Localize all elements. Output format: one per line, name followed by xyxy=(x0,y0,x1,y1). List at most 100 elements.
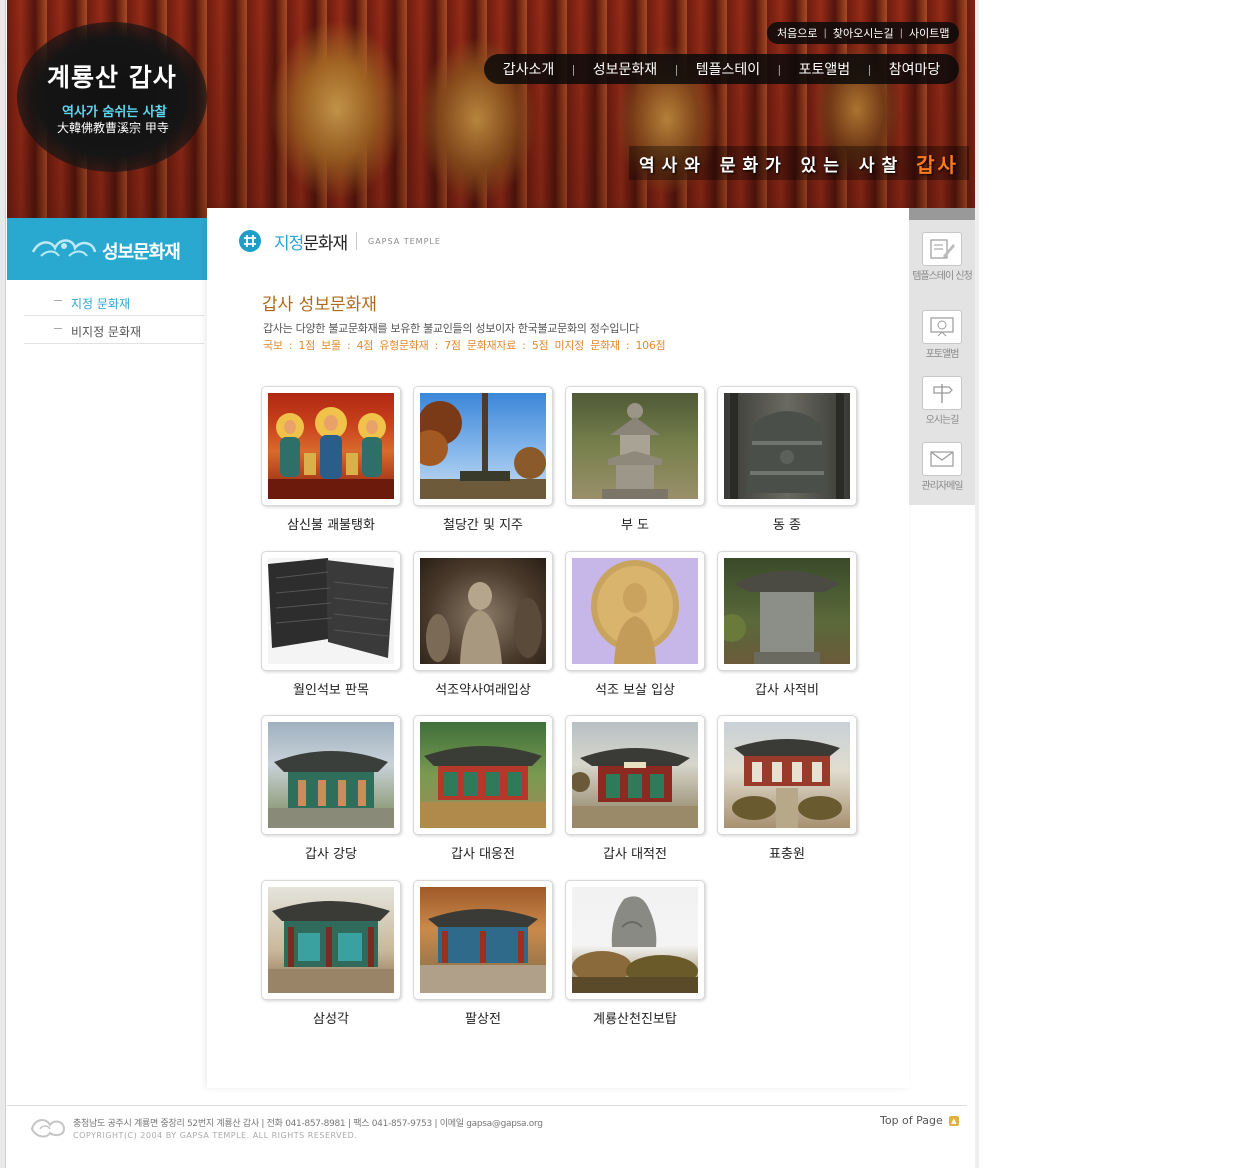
flagpole-image xyxy=(420,393,546,499)
gallery-card[interactable] xyxy=(565,880,705,1000)
slogan-accent: 갑사 xyxy=(916,152,959,177)
footer-address: 충청남도 공주시 계룡면 중장리 52번지 계룡산 갑사 | 전화 041-85… xyxy=(73,1119,543,1129)
nav-item-photo-album[interactable]: 포토앨범 xyxy=(799,59,851,79)
gallery-card[interactable] xyxy=(413,715,553,835)
gallery-card[interactable] xyxy=(565,715,705,835)
intro-counts: 국보 : 1점 보물 : 4점 유형문화재 : 7점 문화재자료 : 5점 미지… xyxy=(263,339,666,352)
quick-menu-directions[interactable]: 오시는길 xyxy=(909,376,975,427)
gallery-caption[interactable]: 월인석보 판목 xyxy=(256,679,406,698)
util-link-home[interactable]: 처음으로 xyxy=(777,25,817,41)
nav-item-treasures[interactable]: 성보문화재 xyxy=(593,59,657,79)
gallery-caption[interactable]: 갑사 사적비 xyxy=(712,679,862,698)
sidebar-item-designated[interactable]: 지정 문화재 xyxy=(24,290,204,316)
util-link-sitemap[interactable]: 사이트맵 xyxy=(909,25,949,41)
nav-separator: | xyxy=(867,62,872,76)
quick-menu-photo-album[interactable]: 포토앨범 xyxy=(909,310,975,361)
thumbnail-hall-main xyxy=(420,722,546,828)
gallery-card[interactable] xyxy=(717,551,857,671)
gallery-card[interactable] xyxy=(261,551,401,671)
gallery-card[interactable] xyxy=(261,880,401,1000)
slogan-text: 역사와 문화가 있는 사찰 xyxy=(639,155,905,176)
nav-item-about[interactable]: 갑사소개 xyxy=(503,59,555,79)
main-navigation: 갑사소개 | 성보문화재 | 템플스테이 | 포토앨범 | 참여마당 xyxy=(484,54,959,84)
bullet-icon xyxy=(54,328,62,329)
logo-background xyxy=(17,22,207,172)
gallery-caption[interactable]: 부 도 xyxy=(560,514,710,533)
gallery-caption[interactable]: 석조 보살 입상 xyxy=(560,679,710,698)
bell-image xyxy=(730,393,844,499)
quick-menu-templestay[interactable]: 템플스테이 신청 xyxy=(909,232,975,283)
thumbnail-stele-pavilion xyxy=(724,558,850,664)
gallery-caption[interactable]: 팔상전 xyxy=(408,1008,558,1027)
lecture-hall-image xyxy=(268,751,394,828)
gallery-card[interactable] xyxy=(413,551,553,671)
thumbnail-bronze-bell xyxy=(724,393,850,499)
knot-emblem-icon xyxy=(239,230,261,252)
gallery-caption[interactable]: 삼신불 괘불탱화 xyxy=(256,514,406,533)
gallery-caption[interactable]: 갑사 대적전 xyxy=(560,843,710,862)
gallery-card[interactable] xyxy=(261,715,401,835)
buddha-painting-image xyxy=(268,407,394,499)
stupa-image xyxy=(602,403,668,499)
sidebar-item-label: 지정 문화재 xyxy=(71,297,131,311)
util-separator: | xyxy=(823,27,827,39)
gallery-caption[interactable]: 표충원 xyxy=(712,843,862,862)
thumbnail-hall-lecture xyxy=(268,722,394,828)
gallery-card[interactable] xyxy=(717,715,857,835)
thumbnail-hall-daejeok xyxy=(572,722,698,828)
gallery-card[interactable] xyxy=(565,551,705,671)
rock-pagoda-image xyxy=(572,896,698,993)
gallery-card[interactable] xyxy=(413,386,553,506)
banner-slogan: 역사와 문화가 있는 사찰 갑사 xyxy=(629,146,969,180)
thumbnail-iron-flagpole xyxy=(420,393,546,499)
util-link-directions[interactable]: 찾아오시는길 xyxy=(833,25,894,41)
photo-icon xyxy=(922,310,962,344)
gallery-caption[interactable]: 갑사 대웅전 xyxy=(408,843,558,862)
page-title: 지정문화재 xyxy=(274,229,348,254)
window-right-edge xyxy=(975,0,979,1168)
gallery-caption[interactable]: 삼성각 xyxy=(256,1008,406,1027)
sidebar-title-box: 성보문화재 xyxy=(7,218,207,280)
page-title-english: GAPSA TEMPLE xyxy=(368,237,441,246)
gallery-card[interactable] xyxy=(261,386,401,506)
sidebar-title: 성보문화재 xyxy=(102,242,181,263)
pyochung-hall-image xyxy=(732,739,842,828)
quick-menu-admin-mail[interactable]: 관리자메일 xyxy=(909,442,975,493)
thumbnail-woodblock xyxy=(268,558,394,664)
nav-separator: | xyxy=(674,62,679,76)
gallery-card[interactable] xyxy=(717,386,857,506)
footer-divider xyxy=(7,1105,967,1106)
gallery-card[interactable] xyxy=(565,386,705,506)
cloud-logo-icon xyxy=(30,1119,66,1138)
gallery-caption[interactable]: 동 종 xyxy=(712,514,862,533)
bodhisattva-image xyxy=(591,560,679,664)
quick-menu-header xyxy=(909,208,975,220)
woodblock-image xyxy=(268,558,394,658)
logo-hanja: 大韓佛教曹溪宗 甲寺 xyxy=(57,121,169,135)
arrow-up-icon: ▲ xyxy=(948,1115,959,1126)
thumbnail-stone-buddha-cave xyxy=(420,558,546,664)
nav-separator: | xyxy=(571,62,576,76)
nav-item-templestay[interactable]: 템플스테이 xyxy=(696,59,760,79)
sidebar-item-label: 비지정 문화재 xyxy=(71,325,142,339)
nav-item-community[interactable]: 참여마당 xyxy=(889,59,941,79)
top-of-page-label: Top of Page xyxy=(880,1114,943,1127)
gallery-caption[interactable]: 계룡산천진보탑 xyxy=(560,1008,710,1027)
footer-copyright: COPYRIGHT(C) 2004 BY GAPSA TEMPLE. ALL R… xyxy=(73,1131,358,1140)
thumbnail-rock-pagoda xyxy=(572,887,698,993)
page-title-accent: 지정 xyxy=(274,233,304,254)
logo-title[interactable]: 계룡산 갑사 xyxy=(47,58,197,94)
cloud-ornament-icon xyxy=(31,239,97,257)
intro-text: 갑사는 다양한 불교문화재를 보유한 불교인들의 성보이자 한국불교문화의 정수… xyxy=(263,322,639,335)
gallery-caption[interactable]: 석조약사여래입상 xyxy=(408,679,558,698)
header-divider xyxy=(356,232,357,250)
gallery-caption[interactable]: 철당간 및 지주 xyxy=(408,514,558,533)
top-of-page-link[interactable]: Top of Page ▲ xyxy=(880,1114,959,1127)
logo-subtitle: 역사가 숨쉬는 사찰 xyxy=(62,105,167,120)
stele-image xyxy=(724,571,840,664)
utility-links: 처음으로 | 찾아오시는길 | 사이트맵 xyxy=(767,22,960,44)
page-title-rest: 문화재 xyxy=(303,233,348,254)
sidebar-item-undesignated[interactable]: 비지정 문화재 xyxy=(24,318,204,344)
gallery-card[interactable] xyxy=(413,880,553,1000)
gallery-caption[interactable]: 갑사 강당 xyxy=(256,843,406,862)
